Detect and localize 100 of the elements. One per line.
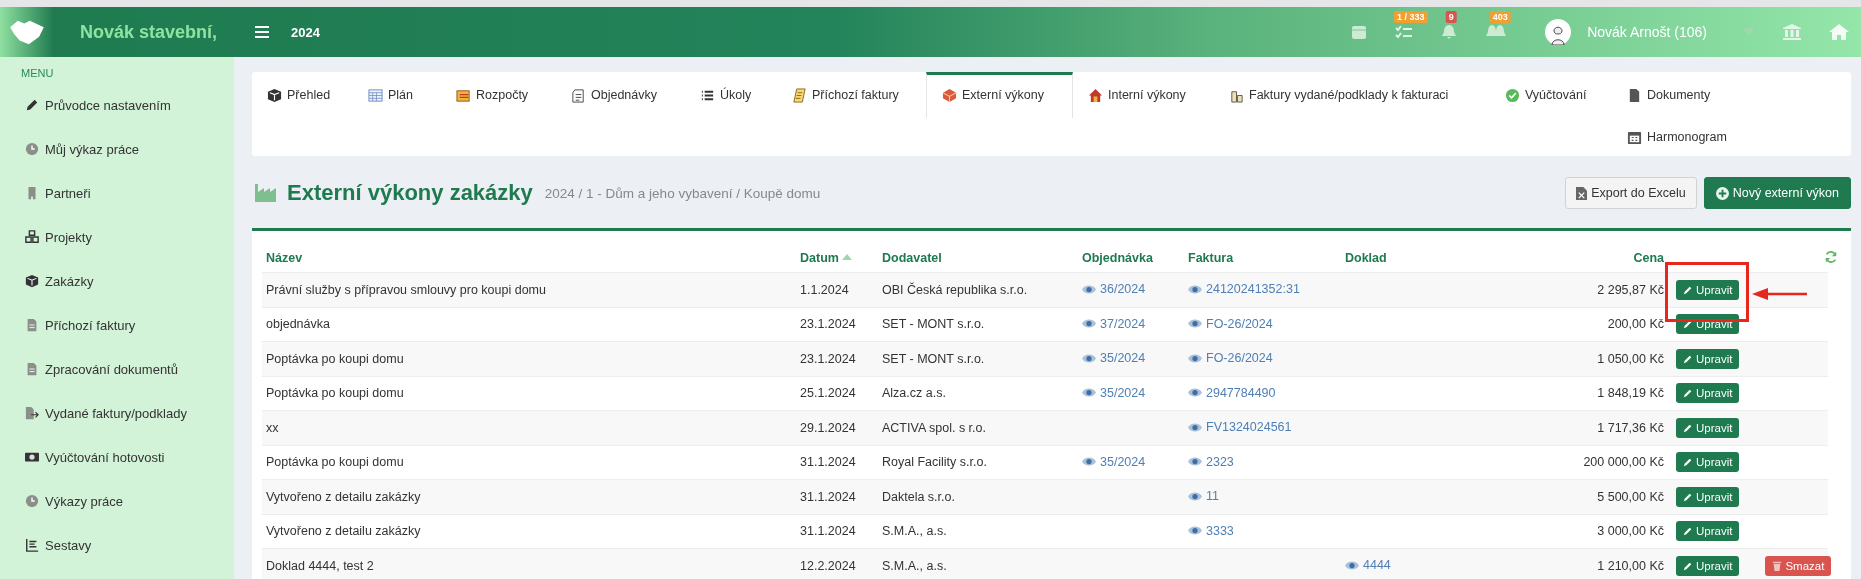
edit-button[interactable]: Upravit bbox=[1676, 417, 1740, 438]
tab[interactable]: Objednávky bbox=[556, 72, 685, 118]
sidebar-item[interactable]: Průvodce nastavením bbox=[45, 97, 171, 113]
link[interactable]: FO-26/2024 bbox=[1188, 316, 1273, 331]
edit-button[interactable]: Upravit bbox=[1676, 348, 1740, 369]
table-cell: Právní služby s přípravou smlouvy pro koupi domu bbox=[266, 282, 546, 297]
tab[interactable]: Dokumenty bbox=[1612, 72, 1772, 118]
pencil-icon bbox=[25, 98, 39, 112]
sidebar-item[interactable]: Výkazy práce bbox=[45, 493, 124, 509]
eye-icon bbox=[1082, 456, 1096, 467]
sidebar-item[interactable]: Zpracování dokumentů bbox=[45, 361, 178, 377]
tab[interactable]: Plán bbox=[353, 72, 441, 118]
pencil-icon bbox=[1683, 561, 1693, 571]
document-icon bbox=[1627, 87, 1642, 103]
tab[interactable]: Úkoly bbox=[685, 72, 777, 118]
edit-button[interactable]: Upravit bbox=[1676, 521, 1740, 542]
column-header[interactable]: Datum bbox=[800, 251, 839, 265]
tab[interactable]: Interní výkony bbox=[1073, 72, 1214, 118]
delete-button[interactable]: Smazat bbox=[1765, 555, 1832, 576]
year-label: 2024 bbox=[291, 24, 320, 40]
avatar-icon[interactable] bbox=[1545, 19, 1572, 45]
calendar-grid-icon bbox=[368, 87, 383, 103]
edit-button[interactable]: Upravit bbox=[1676, 452, 1740, 473]
link[interactable]: 35/2024 bbox=[1082, 454, 1146, 469]
eye-icon bbox=[1188, 421, 1202, 433]
tab[interactable]: Externí výkony bbox=[926, 72, 1073, 118]
table-cell: xx bbox=[266, 420, 279, 435]
tab[interactable]: Rozpočty bbox=[441, 72, 556, 118]
new-button[interactable]: Nový externí výkon bbox=[1703, 177, 1851, 209]
sort-arrow-icon[interactable] bbox=[841, 254, 852, 260]
tab[interactable]: Přehled bbox=[252, 72, 353, 118]
banknote-icon bbox=[25, 450, 39, 464]
link[interactable]: 2323 bbox=[1188, 454, 1234, 469]
tasks-icon[interactable] bbox=[1395, 24, 1414, 40]
link[interactable]: 37/2024 bbox=[1082, 316, 1146, 331]
tab[interactable]: Harmonogram bbox=[1612, 118, 1772, 156]
document-arrow-icon bbox=[25, 406, 39, 420]
box-icon bbox=[25, 274, 39, 288]
sidebar-item[interactable]: Zakázky bbox=[45, 273, 94, 289]
bell-icon[interactable] bbox=[1441, 24, 1458, 40]
link[interactable]: 3333 bbox=[1188, 523, 1234, 538]
edit-button[interactable]: Upravit bbox=[1676, 486, 1740, 507]
document-icon bbox=[25, 318, 39, 332]
eye-icon bbox=[1188, 283, 1202, 295]
table-cell: ACTIVA spol. s r.o. bbox=[882, 420, 986, 435]
column-header[interactable]: Faktura bbox=[1188, 251, 1234, 265]
table-cell: Poptávka po koupi domu bbox=[266, 455, 404, 470]
edit-button[interactable]: Upravit bbox=[1676, 279, 1740, 300]
eye-icon bbox=[1345, 559, 1359, 571]
folder-icon bbox=[456, 87, 471, 103]
check-icon bbox=[1505, 87, 1520, 103]
table-cell: OBI Česká republika s.r.o. bbox=[882, 282, 1028, 297]
pencil-icon bbox=[1683, 353, 1693, 364]
bank-icon[interactable] bbox=[1783, 24, 1801, 40]
menu-icon[interactable] bbox=[255, 26, 269, 38]
eye-icon bbox=[1188, 456, 1202, 467]
table-cell: 23.1.2024 bbox=[800, 351, 856, 366]
edit-button[interactable]: Upravit bbox=[1676, 383, 1740, 404]
export-button[interactable]: Export do Excelu bbox=[1565, 177, 1697, 209]
column-header[interactable]: Dodavatel bbox=[882, 251, 942, 265]
sidebar-item[interactable]: Projekty bbox=[45, 229, 92, 245]
edit-button[interactable]: Upravit bbox=[1676, 556, 1740, 576]
eye-icon bbox=[1188, 387, 1202, 398]
table-cell: 1.1.2024 bbox=[800, 282, 849, 297]
sidebar-item[interactable]: Sestavy bbox=[45, 537, 92, 553]
refresh-icon[interactable] bbox=[1824, 249, 1838, 264]
trash-icon bbox=[1772, 560, 1783, 571]
house-icon bbox=[1088, 87, 1103, 103]
column-header[interactable]: Název bbox=[266, 251, 303, 265]
calendar-icon[interactable] bbox=[1351, 24, 1368, 40]
link[interactable]: 11 bbox=[1188, 489, 1219, 503]
tab[interactable]: Příchozí faktury bbox=[777, 72, 926, 118]
clock-icon bbox=[25, 142, 39, 156]
tab[interactable]: Faktury vydané/podklady k fakturaci bbox=[1214, 72, 1490, 118]
column-header[interactable]: Cena bbox=[1633, 251, 1664, 265]
price-cell: 1 210,00 Kč bbox=[1597, 558, 1664, 573]
table-cell: Poptávka po koupi domu bbox=[266, 351, 404, 366]
sidebar-item[interactable]: Vydané faktury/podklady bbox=[45, 405, 187, 421]
table-cell: Doklad 4444, test 2 bbox=[266, 558, 374, 573]
link[interactable]: 35/2024 bbox=[1082, 385, 1146, 400]
pencil-icon bbox=[1683, 491, 1693, 502]
sidebar-item[interactable]: Vyúčtování hotovosti bbox=[45, 449, 165, 465]
sidebar-item[interactable]: Partneři bbox=[45, 185, 91, 201]
column-header[interactable]: Doklad bbox=[1345, 251, 1387, 265]
home-icon[interactable] bbox=[1829, 24, 1849, 40]
table-cell: 29.1.2024 bbox=[800, 420, 856, 435]
pencil-icon bbox=[1683, 284, 1693, 295]
column-header[interactable]: Objednávka bbox=[1082, 251, 1153, 265]
box-icon bbox=[267, 87, 282, 103]
table-cell: Alza.cz a.s. bbox=[882, 386, 946, 401]
price-cell: 2 295,87 Kč bbox=[1597, 282, 1664, 297]
sidebar-item[interactable]: Můj výkaz práce bbox=[45, 141, 139, 157]
factory-icon bbox=[255, 184, 279, 202]
tab[interactable]: Vyúčtování bbox=[1490, 72, 1612, 118]
sidebar-item[interactable]: Příchozí faktury bbox=[45, 317, 136, 333]
cubes-icon bbox=[25, 230, 39, 244]
link[interactable]: 2947784490 bbox=[1188, 385, 1276, 400]
table-cell: SET - MONT s.r.o. bbox=[882, 351, 985, 366]
price-cell: 3 000,00 Kč bbox=[1597, 524, 1664, 539]
link[interactable]: 4444 bbox=[1345, 558, 1391, 572]
